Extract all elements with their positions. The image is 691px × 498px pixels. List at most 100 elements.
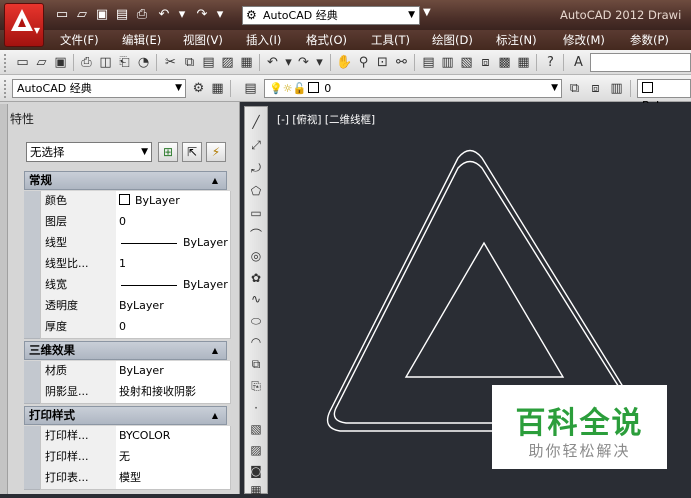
arc-icon[interactable]: ⌒	[248, 227, 264, 243]
category-general[interactable]: 常规 ▲	[24, 171, 227, 190]
menu-file[interactable]: 文件(F)	[60, 32, 99, 48]
layer-walk-icon[interactable]: ▥	[608, 80, 625, 97]
properties-icon[interactable]: ▤	[420, 54, 437, 71]
property-value[interactable]: ByLayer	[116, 296, 231, 318]
pan-hand-icon[interactable]: ✋	[336, 54, 353, 71]
table-icon[interactable]: ▦	[248, 482, 264, 498]
make-block-icon[interactable]: ⎘	[248, 378, 264, 394]
layer-previous-icon[interactable]: ⧈	[587, 80, 604, 97]
new-file-icon[interactable]: ▭	[14, 54, 31, 71]
customize-icon[interactable]: ▦	[209, 80, 226, 97]
menu-draw[interactable]: 绘图(D)	[432, 32, 473, 48]
tool-palettes-icon[interactable]: ▧	[458, 54, 475, 71]
color-combo[interactable]: ByLaye	[637, 79, 691, 112]
select-objects-button[interactable]: ⇱	[182, 142, 202, 162]
property-value[interactable]: 0	[116, 212, 231, 234]
property-value[interactable]: ByLayer	[116, 275, 231, 297]
menu-modify[interactable]: 修改(M)	[563, 32, 605, 48]
redo-dropdown-icon[interactable]: ▾	[212, 7, 228, 23]
save-icon[interactable]: ▣	[52, 54, 69, 71]
open-folder-icon[interactable]: ▱	[33, 54, 50, 71]
save-as-icon[interactable]: ▤	[114, 7, 130, 23]
menu-tools[interactable]: 工具(T)	[371, 32, 410, 48]
new-file-icon[interactable]: ▭	[54, 7, 70, 23]
calculator-icon[interactable]: ▦	[515, 54, 532, 71]
property-row-plot-style-table[interactable]: 打印样... 无	[24, 447, 231, 469]
match-properties-icon[interactable]: ▨	[219, 54, 236, 71]
property-row-plot-style[interactable]: 打印样... BYCOLOR	[24, 426, 231, 448]
ellipse-arc-icon[interactable]: ◠	[248, 334, 264, 350]
spline-icon[interactable]: ∿	[248, 291, 264, 307]
property-row-linetype-scale[interactable]: 线型比... 1	[24, 254, 231, 276]
property-row-plot-table-attached[interactable]: 打印表... 模型	[24, 468, 231, 490]
category-plot-style[interactable]: 打印样式 ▲	[24, 406, 227, 425]
design-center-icon[interactable]: ▥	[439, 54, 456, 71]
property-value[interactable]: ByLayer	[116, 191, 231, 213]
category-3d-effects[interactable]: 三维效果 ▲	[24, 341, 227, 360]
save-icon[interactable]: ▣	[94, 7, 110, 23]
help-icon[interactable]: ?	[542, 54, 559, 71]
print-icon[interactable]: ⎙	[78, 54, 95, 71]
property-row-thickness[interactable]: 厚度 0	[24, 317, 231, 339]
print-icon[interactable]: ⎙	[134, 7, 150, 23]
ellipse-icon[interactable]: ⬭	[248, 313, 264, 329]
insert-block-icon[interactable]: ⧉	[248, 356, 264, 372]
toolbar-grip[interactable]	[4, 80, 8, 98]
selection-combo[interactable]: 无选择 ▼	[26, 142, 152, 162]
redo-icon[interactable]: ↷	[194, 7, 210, 23]
menu-dimension[interactable]: 标注(N)	[496, 32, 537, 48]
point-icon[interactable]: ·	[248, 400, 264, 416]
text-style-combo[interactable]	[590, 53, 691, 72]
undo-icon[interactable]: ↶	[264, 54, 281, 71]
make-current-layer-icon[interactable]: ⧉	[566, 80, 583, 97]
property-value[interactable]: 模型	[116, 468, 231, 490]
polyline-icon[interactable]: ⤾	[248, 160, 264, 176]
line-icon[interactable]: ╱	[248, 114, 264, 130]
region-icon[interactable]: ◙	[248, 463, 264, 479]
copy-icon[interactable]: ⧉	[181, 54, 198, 71]
palette-title-strip[interactable]	[0, 104, 8, 494]
property-value[interactable]: 投射和接收阴影	[116, 382, 231, 404]
quick-select-button[interactable]: ⚡	[206, 142, 226, 162]
undo-icon[interactable]: ↶	[156, 7, 172, 23]
markup-icon[interactable]: ▩	[496, 54, 513, 71]
paste-icon[interactable]: ▤	[200, 54, 217, 71]
zoom-previous-icon[interactable]: ⚯	[393, 54, 410, 71]
undo-dropdown-icon[interactable]: ▾	[174, 7, 190, 23]
property-row-linetype[interactable]: 线型 ByLayer	[24, 233, 231, 255]
toggle-pickadd-button[interactable]: ⊞	[158, 142, 178, 162]
workspace-combo[interactable]: AutoCAD 经典 ▼	[12, 79, 186, 98]
print-preview-icon[interactable]: ◫	[97, 54, 114, 71]
circle-icon[interactable]: ◎	[248, 248, 264, 264]
application-menu-button[interactable]: ▼	[4, 3, 44, 47]
property-value[interactable]: 0	[116, 317, 231, 339]
layer-combo[interactable]: 💡☼🔓 0 ▼	[264, 79, 562, 98]
construction-line-icon[interactable]: ⤢	[248, 137, 264, 153]
zoom-window-icon[interactable]: ⊡	[374, 54, 391, 71]
property-row-material[interactable]: 材质 ByLayer	[24, 361, 231, 383]
property-value[interactable]: ByLayer	[116, 233, 231, 255]
3d-dwf-icon[interactable]: ◔	[135, 54, 152, 71]
sheet-set-icon[interactable]: ⧈	[477, 54, 494, 71]
redo-icon[interactable]: ↷	[295, 54, 312, 71]
property-row-shadow-display[interactable]: 阴影显... 投射和接收阴影	[24, 382, 231, 404]
redo-dropdown-icon[interactable]: ▾	[311, 54, 328, 71]
customize-quick-access-icon[interactable]: ▼	[423, 7, 431, 18]
block-editor-icon[interactable]: ▦	[238, 54, 255, 71]
property-row-layer[interactable]: 图层 0	[24, 212, 231, 234]
menu-edit[interactable]: 编辑(E)	[122, 32, 161, 48]
property-row-color[interactable]: 颜色 ByLayer	[24, 191, 231, 213]
gradient-icon[interactable]: ▨	[248, 442, 264, 458]
workspace-settings-gear-icon[interactable]: ⚙	[190, 80, 207, 97]
menu-format[interactable]: 格式(O)	[306, 32, 347, 48]
workspace-switcher[interactable]: ⚙ AutoCAD 经典 ▼	[242, 6, 420, 25]
property-value[interactable]: 1	[116, 254, 231, 276]
menu-insert[interactable]: 插入(I)	[246, 32, 281, 48]
menu-parameters[interactable]: 参数(P)	[630, 32, 669, 48]
property-value[interactable]: 无	[116, 447, 231, 469]
cut-icon[interactable]: ✂	[162, 54, 179, 71]
polygon-icon[interactable]: ⬠	[248, 183, 264, 199]
hatch-icon[interactable]: ▧	[248, 421, 264, 437]
toolbar-grip[interactable]	[4, 54, 8, 72]
property-value[interactable]: BYCOLOR	[116, 426, 231, 448]
